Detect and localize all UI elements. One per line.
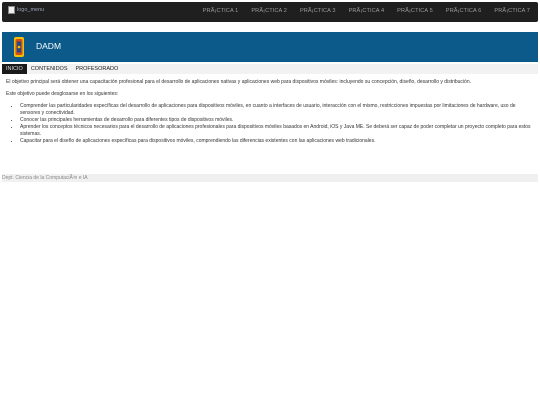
nav-link-practica-6[interactable]: PRÃ¡CTICA 6 (446, 8, 482, 14)
list-item: Comprender las particularidades específi… (20, 103, 536, 117)
objectives-list: Comprender las particularidades específi… (6, 103, 536, 145)
logo-alt-text: logo_menu (17, 6, 45, 13)
nav-link-practica-7[interactable]: PRÃ¡CTICA 7 (494, 8, 530, 14)
course-banner: DADM (2, 32, 538, 62)
course-title: DADM (36, 41, 62, 51)
logo-image[interactable]: logo_menu (8, 4, 53, 15)
nav-link-practica-2[interactable]: PRÃ¡CTICA 2 (251, 8, 287, 14)
footer: Dept. Ciencia de la ComputaciÃ³n e IA (2, 174, 538, 182)
lead-paragraph: Este objetivo puede desglosarse en los s… (6, 91, 119, 97)
broken-image-icon (8, 5, 15, 14)
university-emblem-icon (14, 37, 24, 57)
main-content: El objetivo principal será obtener una c… (6, 79, 536, 145)
list-item: Capacitar para el diseño de aplicaciones… (20, 138, 536, 145)
list-item: Conocer las principales herramientas de … (20, 117, 536, 124)
section-tabs: INICIO CONTENIDOS PROFESORADO (2, 64, 538, 74)
tab-contenidos[interactable]: CONTENIDOS (27, 64, 72, 74)
top-navbar: logo_menu PRÃ¡CTICA 1 PRÃ¡CTICA 2 PRÃ¡CT… (2, 2, 538, 22)
nav-link-practica-5[interactable]: PRÃ¡CTICA 5 (397, 8, 433, 14)
tab-profesorado[interactable]: PROFESORADO (71, 64, 122, 74)
nav-link-practica-3[interactable]: PRÃ¡CTICA 3 (300, 8, 336, 14)
nav-links: PRÃ¡CTICA 1 PRÃ¡CTICA 2 PRÃ¡CTICA 3 PRÃ¡… (203, 8, 530, 14)
intro-paragraph: El objetivo principal será obtener una c… (6, 79, 471, 85)
tab-inicio[interactable]: INICIO (2, 64, 27, 74)
nav-link-practica-4[interactable]: PRÃ¡CTICA 4 (349, 8, 385, 14)
nav-link-practica-1[interactable]: PRÃ¡CTICA 1 (203, 8, 239, 14)
list-item: Aprender los conceptos técnicos necesari… (20, 124, 536, 138)
